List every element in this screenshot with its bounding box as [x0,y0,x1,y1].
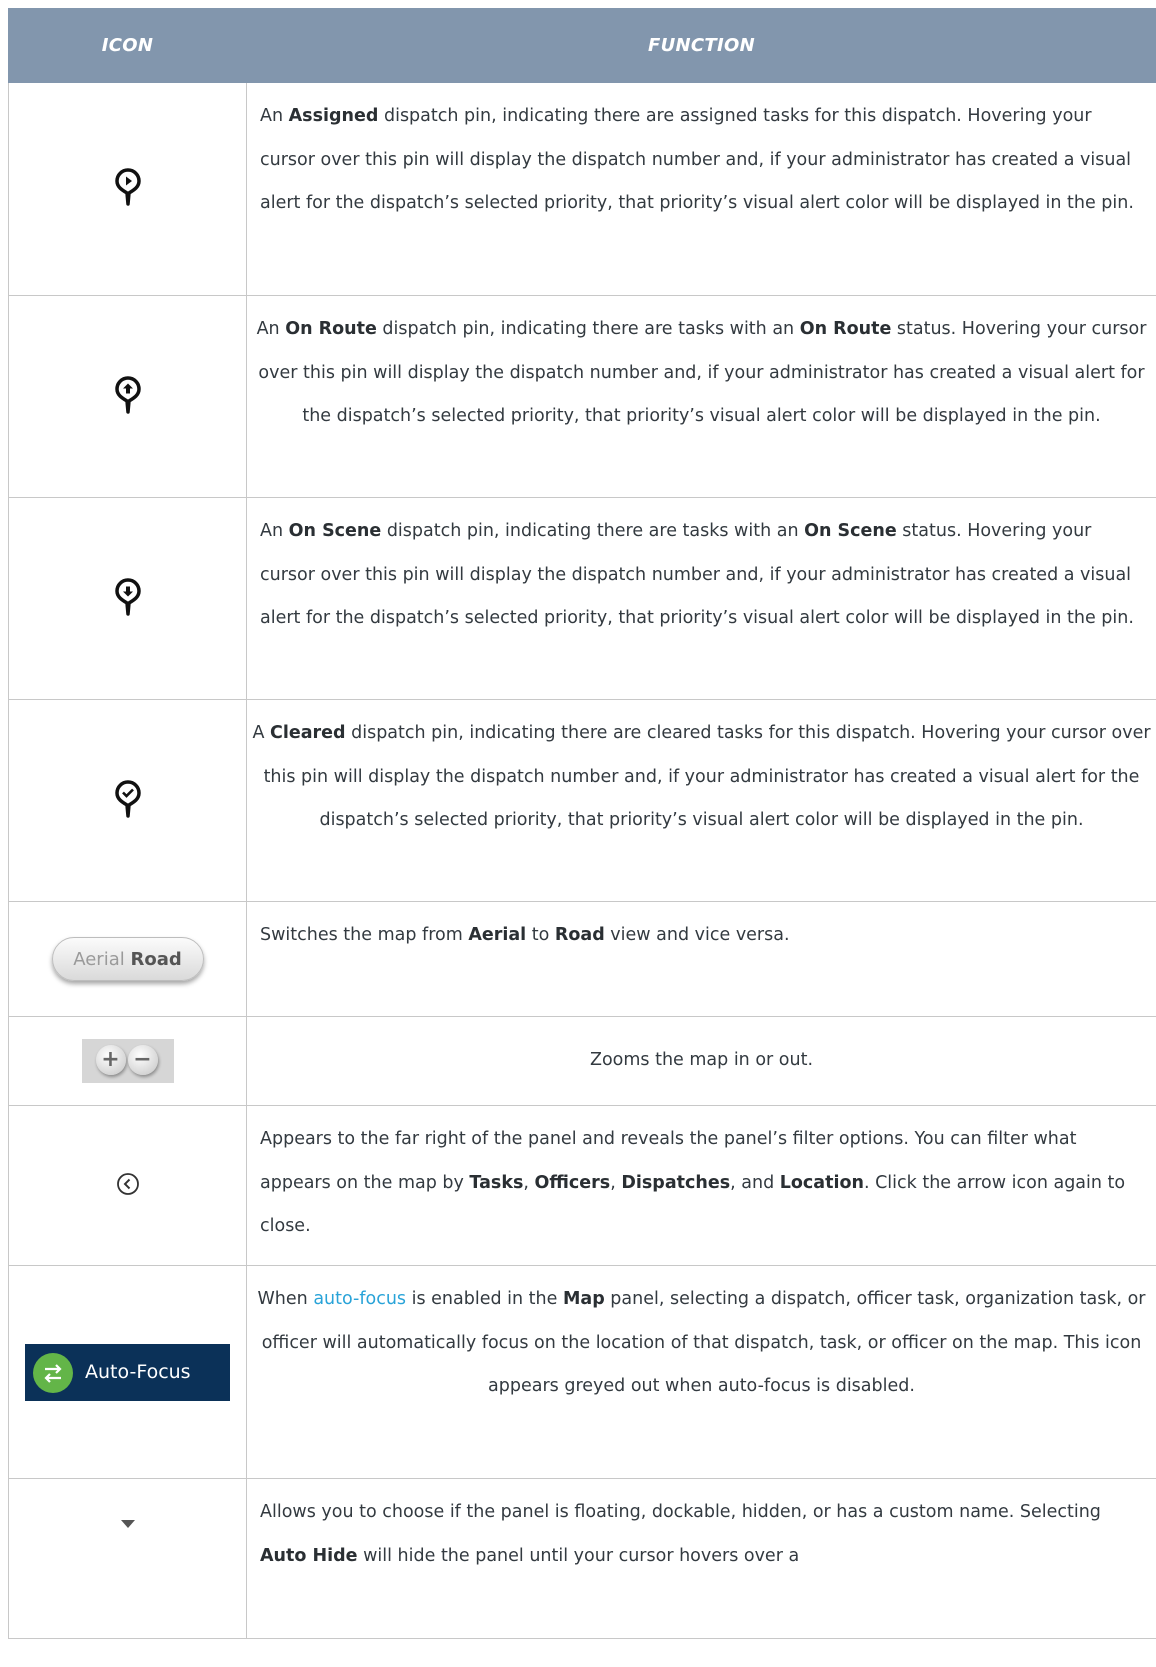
function-cell: Allows you to choose if the panel is flo… [246,1478,1156,1639]
dropdown-caret-icon [120,1520,135,1528]
text-run: dispatch pin, indicating there are tasks… [376,319,800,339]
bold-term: Tasks [469,1172,524,1193]
icon-cell: Auto-Focus [8,1265,247,1479]
text-run: will hide the panel until your cursor ho… [357,1545,800,1566]
bold-term: Road [554,925,605,945]
function-cell: An On Scene dispatch pin, indicating the… [246,497,1156,700]
chevron-left-circle-icon [116,1172,139,1195]
bold-term: On Route [285,319,377,339]
header-function: FUNCTION [246,8,1156,83]
bold-term: Auto Hide [260,1545,358,1566]
bold-term: Dispatches [621,1172,731,1193]
bold-term: Officers [534,1172,611,1193]
header-icon: ICON [8,8,247,83]
text-run: An [256,319,286,339]
bold-term: Map [562,1289,605,1309]
bold-term: On Scene [804,521,897,541]
text-run: dispatch pin, indicating there are tasks… [381,521,805,541]
text-run: , and [730,1172,780,1193]
text-run: An [260,521,289,541]
function-cell: An On Route dispatch pin, indicating the… [246,295,1156,498]
bold-term: On Route [799,319,892,339]
text-run: When [257,1289,314,1309]
function-text: Switches the map from Aerial to Road vie… [247,902,1156,972]
table-header-row: ICON FUNCTION [8,8,1156,83]
on-route-pin-icon [114,375,141,414]
bold-term: Location [779,1172,864,1193]
function-cell: When auto-focus is enabled in the Map pa… [246,1265,1156,1479]
function-cell: A Cleared dispatch pin, indicating there… [246,699,1156,902]
on-scene-pin-icon [114,577,141,616]
function-text: Appears to the far right of the panel an… [247,1106,1156,1263]
text-run: An [260,106,289,126]
table-row: An Assigned dispatch pin, indicating the… [8,82,1156,296]
icon-cell [8,497,247,700]
table-row: Allows you to choose if the panel is flo… [8,1478,1156,1639]
text-run: to [526,925,555,945]
icon-cell: Aerial Road [8,901,247,1017]
zoom-in-out-icon: + − [81,1039,174,1083]
table-row: Auto-Focus When auto-focus is enabled in… [8,1265,1156,1479]
function-cell: Zooms the map in or out. [246,1016,1156,1106]
assigned-pin-icon [114,168,141,206]
function-text: Zooms the map in or out. [247,1039,1156,1083]
text-run: Zooms the map in or out. [589,1050,814,1071]
icon-cell: + − [8,1016,247,1106]
icon-cell [8,82,247,296]
bold-term: Aerial [468,925,527,945]
function-cell: Switches the map from Aerial to Road vie… [246,901,1156,1017]
text-run: dispatch pin, indicating there are assig… [260,106,1134,213]
bold-term: Cleared [270,723,346,743]
auto-focus-label: Auto-Focus [85,1360,191,1383]
function-cell: An Assigned dispatch pin, indicating the… [246,82,1156,296]
function-text: When auto-focus is enabled in the Map pa… [247,1266,1156,1423]
text-run: , [610,1172,622,1193]
cleared-pin-icon [114,779,141,818]
aerial-label: Aerial [73,949,125,970]
table-row: An On Route dispatch pin, indicating the… [8,295,1156,498]
function-text: An On Scene dispatch pin, indicating the… [247,498,1156,655]
text-run: Switches the map from [260,925,469,945]
auto-focus-icon: Auto-Focus [25,1343,230,1401]
swap-arrows-icon [44,1363,62,1383]
auto-focus-circle [33,1352,73,1393]
table-row: A Cleared dispatch pin, indicating there… [8,699,1156,902]
function-text: An On Route dispatch pin, indicating the… [247,296,1156,453]
function-cell: Appears to the far right of the panel an… [246,1105,1156,1266]
icon-cell [8,1105,247,1266]
icon-cell [8,699,247,902]
bold-term: On Scene [288,521,382,541]
table-row: + − Zooms the map in or out. [8,1016,1156,1106]
text-run: is enabled in the [406,1289,563,1309]
aerial-road-toggle-icon: Aerial Road [51,937,204,981]
auto-focus-link[interactable]: auto-focus [313,1289,406,1309]
table-row: An On Scene dispatch pin, indicating the… [8,497,1156,700]
text-run: , [523,1172,535,1193]
icon-cell [8,295,247,498]
zoom-out-icon: − [127,1045,158,1075]
function-text: A Cleared dispatch pin, indicating there… [247,700,1156,857]
text-run: dispatch pin, indicating there are clear… [263,723,1151,830]
icon-function-table: ICON FUNCTION An Assigned dispatch pin, … [8,8,1156,1639]
zoom-in-icon: + [95,1045,126,1075]
table-row: Aerial Road Switches the map from Aerial… [8,901,1156,1017]
bold-term: Assigned [288,106,379,126]
function-text: An Assigned dispatch pin, indicating the… [247,83,1156,240]
table-row: Appears to the far right of the panel an… [8,1105,1156,1266]
text-run: Allows you to choose if the panel is flo… [260,1502,1101,1522]
function-text: Allows you to choose if the panel is flo… [247,1479,1156,1592]
road-label: Road [130,949,182,970]
icon-cell [8,1478,247,1639]
text-run: view and vice versa. [604,925,790,945]
text-run: A [252,723,270,743]
